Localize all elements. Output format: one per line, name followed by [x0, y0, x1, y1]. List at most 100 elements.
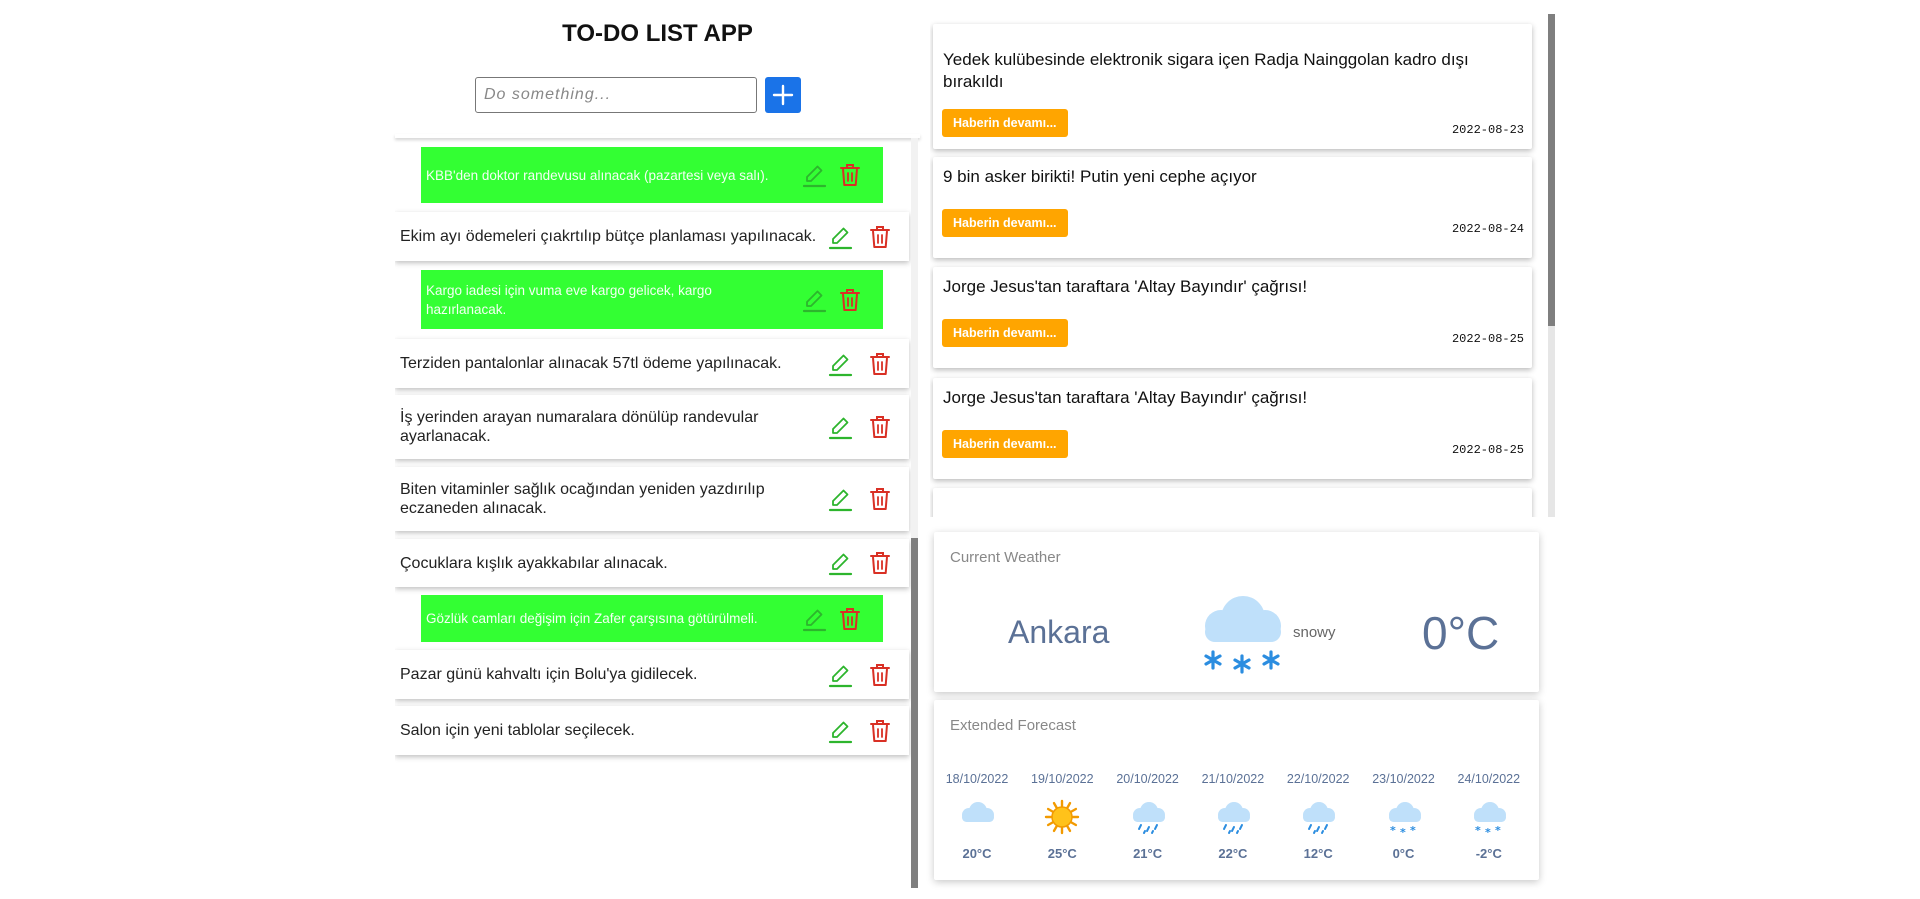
- news-title: Jorge Jesus'tan taraftara 'Altay Bayındı…: [943, 388, 1308, 407]
- delete-icon[interactable]: [867, 718, 893, 744]
- todo-item-actions: [827, 224, 909, 250]
- todo-item-actions: [827, 414, 909, 440]
- current-temperature: 0°C: [1422, 607, 1500, 659]
- news-panel[interactable]: Yedek kulübesinde elektronik sigara içen…: [930, 14, 1556, 517]
- forecast-date: 21/10/2022: [1201, 772, 1265, 786]
- todo-item-text: İş yerinden arayan numaralara dönülüp ra…: [400, 409, 759, 445]
- forecast-temperature: 21°C: [1133, 846, 1163, 861]
- forecast-temperature: 0°C: [1392, 846, 1415, 861]
- edit-icon[interactable]: [801, 287, 827, 313]
- forecast-temperature: 12°C: [1303, 846, 1333, 861]
- svg-text:*: *: [1485, 826, 1491, 837]
- read-more-button[interactable]: Haberin devamı...: [942, 109, 1068, 137]
- news-scrollbar-thumb[interactable]: [1548, 14, 1555, 326]
- forecast-date: 20/10/2022: [1116, 772, 1179, 786]
- todo-item-completed[interactable]: Kargo iadesi için vuma eve kargo gelicek…: [421, 270, 883, 329]
- plus-icon: [772, 84, 794, 106]
- forecast-day: 23/10/2022 * * * 0°C: [1361, 772, 1447, 861]
- delete-icon[interactable]: [837, 606, 863, 632]
- delete-icon[interactable]: [867, 486, 893, 512]
- todo-item[interactable]: Çocuklara kışlık ayakkabılar alınacak.: [395, 539, 909, 587]
- forecast-day: 20/10/2022 21°C: [1105, 772, 1191, 861]
- edit-icon[interactable]: [827, 224, 853, 250]
- rain-cloud-icon: [1105, 792, 1191, 842]
- forecast-day: 24/10/2022 * * * -2°C: [1446, 772, 1532, 861]
- todo-list-scroll[interactable]: KBB'den doktor randevusu alınacak (pazar…: [395, 138, 920, 899]
- delete-icon[interactable]: [837, 287, 863, 313]
- snow-cloud-icon: * * *: [1446, 792, 1532, 842]
- forecast-date: 22/10/2022: [1286, 772, 1350, 786]
- todo-item[interactable]: Pazar günü kahvaltı için Bolu'ya gidilec…: [395, 650, 909, 699]
- sun-icon: [1019, 792, 1105, 842]
- edit-icon[interactable]: [827, 662, 853, 688]
- svg-text:*: *: [1495, 824, 1501, 837]
- forecast-day: 19/10/2022 25°C: [1019, 772, 1105, 861]
- news-date: 2022-08-25: [1451, 332, 1524, 346]
- delete-icon[interactable]: [867, 550, 893, 576]
- todo-item-text: Çocuklara kışlık ayakkabılar alınacak.: [400, 554, 668, 572]
- todo-item[interactable]: Biten vitaminler sağlık ocağından yenide…: [395, 467, 909, 531]
- todo-item-actions: [827, 486, 909, 512]
- delete-icon[interactable]: [837, 162, 863, 188]
- read-more-button[interactable]: Haberin devamı...: [942, 319, 1068, 347]
- todo-item-text: Biten vitaminler sağlık ocağından yenide…: [400, 481, 765, 517]
- todo-item[interactable]: Ekim ayı ödemeleri çıakrtılıp bütçe plan…: [395, 212, 909, 261]
- forecast-temperature: 25°C: [1047, 846, 1077, 861]
- edit-icon[interactable]: [827, 414, 853, 440]
- svg-text:*: *: [1390, 824, 1396, 837]
- news-card-partial: [933, 488, 1532, 517]
- forecast-date: 23/10/2022: [1372, 772, 1435, 786]
- delete-icon[interactable]: [867, 662, 893, 688]
- add-todo-row: [475, 77, 801, 113]
- todo-item[interactable]: Terziden pantalonlar alınacak 57tl ödeme…: [395, 339, 909, 388]
- todo-item-actions: [801, 162, 883, 188]
- todo-item-text: Kargo iadesi için vuma eve kargo gelicek…: [426, 282, 712, 317]
- todo-item-completed[interactable]: KBB'den doktor randevusu alınacak (pazar…: [421, 147, 883, 203]
- todo-item[interactable]: Salon için yeni tablolar seçilecek.: [395, 706, 909, 755]
- todo-item-completed[interactable]: Gözlük camları değişim için Zafer çarşıs…: [421, 595, 883, 642]
- edit-icon[interactable]: [827, 351, 853, 377]
- news-card: Yedek kulübesinde elektronik sigara içen…: [933, 24, 1532, 149]
- delete-icon[interactable]: [867, 351, 893, 377]
- cloud-icon: [934, 792, 1020, 842]
- news-date: 2022-08-24: [1451, 222, 1524, 236]
- edit-icon[interactable]: [801, 162, 827, 188]
- svg-text:*: *: [1400, 826, 1406, 837]
- todo-item-actions: [827, 351, 909, 377]
- current-weather-label: Current Weather: [950, 549, 1061, 566]
- todo-title: TO-DO LIST APP: [562, 20, 753, 47]
- todo-scrollbar-thumb[interactable]: [911, 538, 918, 888]
- todo-scrollbar[interactable]: [911, 138, 918, 888]
- news-scrollbar[interactable]: [1548, 14, 1555, 517]
- delete-icon[interactable]: [867, 414, 893, 440]
- edit-icon[interactable]: [801, 606, 827, 632]
- news-card: Jorge Jesus'tan taraftara 'Altay Bayındı…: [933, 378, 1532, 479]
- forecast-temperature: -2°C: [1475, 846, 1502, 861]
- city-name: Ankara: [1008, 614, 1110, 650]
- forecast-date: 19/10/2022: [1031, 772, 1094, 786]
- todo-item[interactable]: İş yerinden arayan numaralara dönülüp ra…: [395, 395, 909, 459]
- read-more-button[interactable]: Haberin devamı...: [942, 430, 1068, 458]
- todo-input[interactable]: [475, 77, 757, 113]
- forecast-date: 24/10/2022: [1457, 772, 1521, 786]
- edit-icon[interactable]: [827, 486, 853, 512]
- read-more-button[interactable]: Haberin devamı...: [942, 209, 1068, 237]
- forecast-label: Extended Forecast: [950, 717, 1076, 734]
- news-date: 2022-08-23: [1451, 123, 1524, 137]
- todo-item-actions: [827, 550, 909, 576]
- todo-item-text: Ekim ayı ödemeleri çıakrtılıp bütçe plan…: [400, 228, 817, 245]
- edit-icon[interactable]: [827, 718, 853, 744]
- todo-item-actions: [827, 662, 909, 688]
- todo-app: TO-DO LIST APP KBB'den doktor randevusu …: [395, 0, 920, 899]
- edit-icon[interactable]: [827, 550, 853, 576]
- forecast-temperature: 22°C: [1218, 846, 1248, 861]
- news-title: Jorge Jesus'tan taraftara 'Altay Bayındı…: [943, 277, 1308, 296]
- add-todo-button[interactable]: [765, 77, 801, 113]
- svg-text:*: *: [1410, 824, 1416, 837]
- delete-icon[interactable]: [867, 224, 893, 250]
- snow-cloud-icon: * * *: [1361, 792, 1447, 842]
- svg-text:*: *: [1475, 824, 1481, 837]
- forecast-date: 18/10/2022: [945, 772, 1009, 786]
- forecast-day: 18/10/2022 20°C: [934, 772, 1020, 861]
- news-title: 9 bin asker birikti! Putin yeni cephe aç…: [943, 167, 1257, 186]
